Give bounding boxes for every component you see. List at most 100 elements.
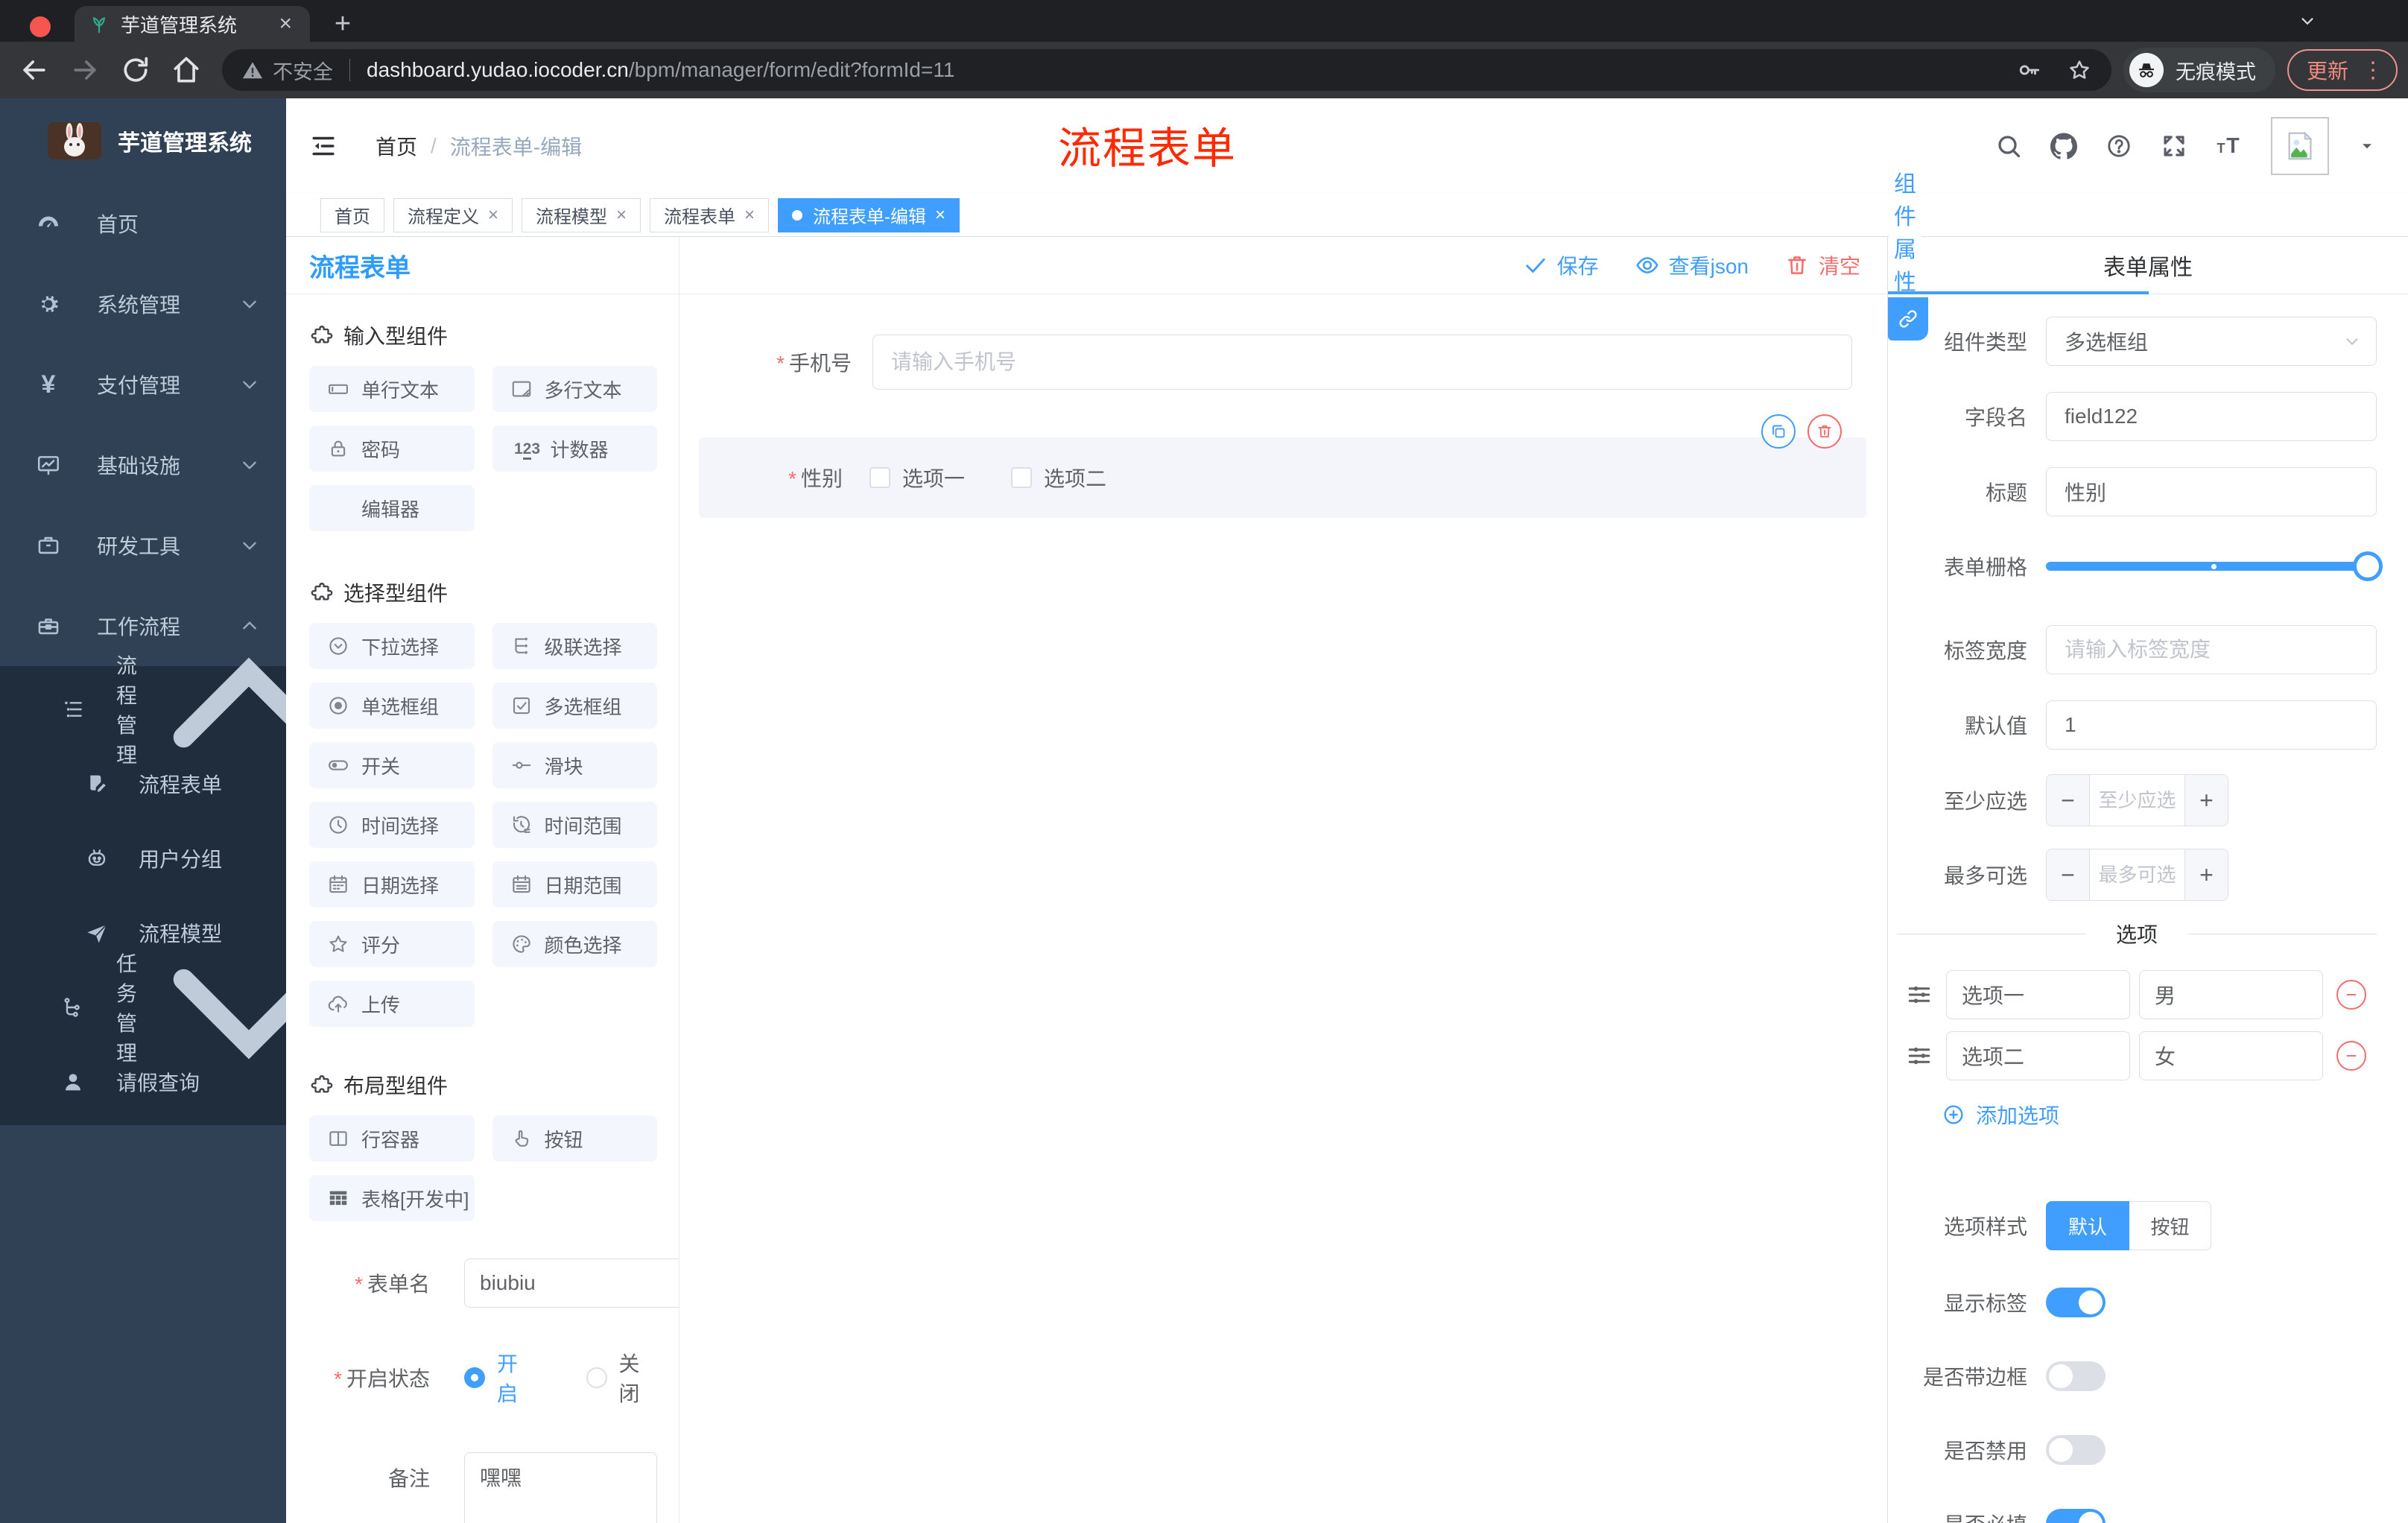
sidebar-item-process-mgmt[interactable]: 流程管理 [0, 654, 325, 767]
browser-menu-dots-icon[interactable]: ⋮ [2362, 57, 2384, 83]
checkbox-option-1[interactable] [869, 467, 890, 488]
title-input[interactable] [2046, 467, 2377, 516]
palette-item-counter[interactable]: 123 计数器 [492, 425, 657, 472]
password-key-icon[interactable] [2016, 57, 2041, 83]
stepper-plus-button[interactable]: + [2184, 849, 2228, 900]
palette-item-multi-text[interactable]: 多行文本 [492, 366, 657, 412]
option-2-label-input[interactable] [1946, 1031, 2130, 1080]
form-name-input[interactable] [464, 1258, 679, 1308]
view-json-button[interactable]: 查看json [1635, 250, 1749, 280]
field-name-input[interactable] [2046, 392, 2377, 441]
remove-option-button[interactable] [2336, 980, 2366, 1010]
search-icon[interactable] [1995, 133, 2022, 159]
selected-widget-gender[interactable]: * 性别 选项一 选项二 [699, 414, 1866, 518]
phone-input[interactable] [872, 335, 1852, 390]
forward-icon[interactable] [69, 54, 101, 86]
widget-copy-button[interactable] [1761, 414, 1796, 449]
min-select-input[interactable] [2090, 775, 2184, 826]
tab-component-props[interactable]: 组件属性 [1888, 172, 1922, 295]
reload-icon[interactable] [119, 54, 152, 86]
sidebar-item-devtools[interactable]: 研发工具 [0, 505, 286, 586]
github-icon[interactable] [2050, 133, 2077, 159]
checkbox-option-2-label[interactable]: 选项二 [1044, 463, 1106, 493]
tag-close-icon[interactable]: × [935, 205, 945, 226]
palette-item-row-container[interactable]: 行容器 [309, 1115, 475, 1162]
palette-item-cascader[interactable]: 级联选择 [492, 623, 657, 669]
stepper-plus-button[interactable]: + [2184, 775, 2228, 826]
palette-item-slider[interactable]: 滑块 [492, 742, 657, 788]
stepper-minus-button[interactable]: − [2047, 849, 2090, 900]
sidebar-item-task-mgmt[interactable]: 任务管理 [0, 952, 325, 1065]
palette-item-time-picker[interactable]: 时间选择 [309, 802, 475, 848]
stepper-minus-button[interactable]: − [2047, 775, 2090, 826]
sidebar-item-infra[interactable]: 基础设施 [0, 425, 286, 505]
option-1-value-input[interactable] [2139, 970, 2323, 1019]
address-bar[interactable]: 不安全 dashboard.yudao.iocoder.cn/bpm/manag… [222, 49, 2111, 91]
sidebar-item-system[interactable]: 系统管理 [0, 264, 286, 344]
drag-handle-icon[interactable] [1906, 981, 1933, 1008]
required-toggle[interactable] [2046, 1508, 2106, 1523]
sidebar-item-home[interactable]: 首页 [0, 183, 286, 264]
tag-home[interactable]: 首页 [320, 197, 384, 232]
component-type-select[interactable] [2046, 317, 2377, 366]
tag-process-form[interactable]: 流程表单 × [650, 197, 770, 232]
palette-item-single-text[interactable]: 单行文本 [309, 366, 475, 412]
help-icon[interactable] [2106, 133, 2132, 159]
checkbox-option-1-label[interactable]: 选项一 [902, 463, 965, 493]
radio-off[interactable] [586, 1367, 607, 1388]
style-default-button[interactable]: 默认 [2046, 1201, 2129, 1250]
style-button-button[interactable]: 按钮 [2129, 1201, 2211, 1250]
radio-on[interactable] [464, 1367, 485, 1388]
drag-handle-icon[interactable] [1906, 1042, 1933, 1069]
palette-item-button[interactable]: 按钮 [492, 1115, 657, 1162]
tab-close-icon[interactable]: × [274, 11, 297, 37]
tag-process-model[interactable]: 流程模型 × [522, 197, 641, 232]
bookmark-star-icon[interactable] [2067, 57, 2092, 83]
sidebar-collapse-icon[interactable] [310, 133, 337, 159]
new-tab-button[interactable]: + [325, 6, 361, 42]
fullscreen-icon[interactable] [2161, 133, 2187, 159]
max-select-input[interactable] [2090, 849, 2184, 900]
home-icon[interactable] [170, 54, 203, 86]
palette-item-password[interactable]: 密码 [309, 425, 475, 472]
palette-item-date-picker[interactable]: 日期选择 [309, 861, 475, 908]
palette-item-radio-group[interactable]: 单选框组 [309, 683, 475, 729]
palette-item-rate[interactable]: 评分 [309, 921, 475, 967]
avatar-caret-icon[interactable] [2357, 136, 2377, 156]
tag-close-icon[interactable]: × [744, 205, 755, 226]
palette-item-date-range[interactable]: 日期范围 [492, 861, 657, 908]
tag-close-icon[interactable]: × [616, 205, 627, 226]
window-close-button[interactable] [30, 16, 51, 37]
chrome-update-button[interactable]: 更新 ⋮ [2287, 49, 2398, 91]
breadcrumb-home[interactable]: 首页 [376, 131, 417, 161]
form-remark-textarea[interactable]: 嘿嘿 [464, 1452, 657, 1523]
show-label-toggle[interactable] [2046, 1287, 2106, 1317]
widget-delete-button[interactable] [1807, 414, 1842, 449]
add-option-button[interactable]: 添加选项 [1942, 1100, 2377, 1130]
disabled-toggle[interactable] [2046, 1434, 2106, 1465]
option-2-value-input[interactable] [2139, 1031, 2323, 1080]
sidebar-item-payment[interactable]: ¥ 支付管理 [0, 344, 286, 425]
border-toggle[interactable] [2046, 1361, 2106, 1391]
palette-item-editor[interactable]: 编辑器 [309, 485, 475, 531]
remove-option-button[interactable] [2336, 1041, 2366, 1071]
radio-on-label[interactable]: 开启 [497, 1348, 536, 1408]
slider-track[interactable] [2046, 562, 2372, 571]
palette-item-color-picker[interactable]: 颜色选择 [492, 921, 657, 967]
tag-process-form-edit[interactable]: 流程表单-编辑 × [778, 197, 960, 232]
checkbox-option-2[interactable] [1011, 467, 1033, 488]
browser-tab[interactable]: 芋道管理系统 × [75, 6, 310, 42]
tab-form-props[interactable]: 表单属性 [1888, 237, 2408, 294]
grid-slider[interactable] [2046, 548, 2383, 585]
palette-item-upload[interactable]: 上传 [309, 981, 475, 1027]
slider-handle[interactable] [2353, 551, 2383, 581]
clear-button[interactable]: 清空 [1784, 250, 1860, 280]
save-button[interactable]: 保存 [1523, 250, 1599, 280]
option-1-label-input[interactable] [1946, 970, 2130, 1019]
palette-item-switch[interactable]: 开关 [309, 742, 475, 788]
palette-item-checkbox-group[interactable]: 多选框组 [492, 683, 657, 729]
tag-close-icon[interactable]: × [488, 205, 498, 226]
tab-overflow-chevron-icon[interactable] [2296, 13, 2319, 30]
radio-off-label[interactable]: 关闭 [619, 1348, 658, 1408]
sidebar-item-user-group[interactable]: 用户分组 [0, 821, 286, 896]
